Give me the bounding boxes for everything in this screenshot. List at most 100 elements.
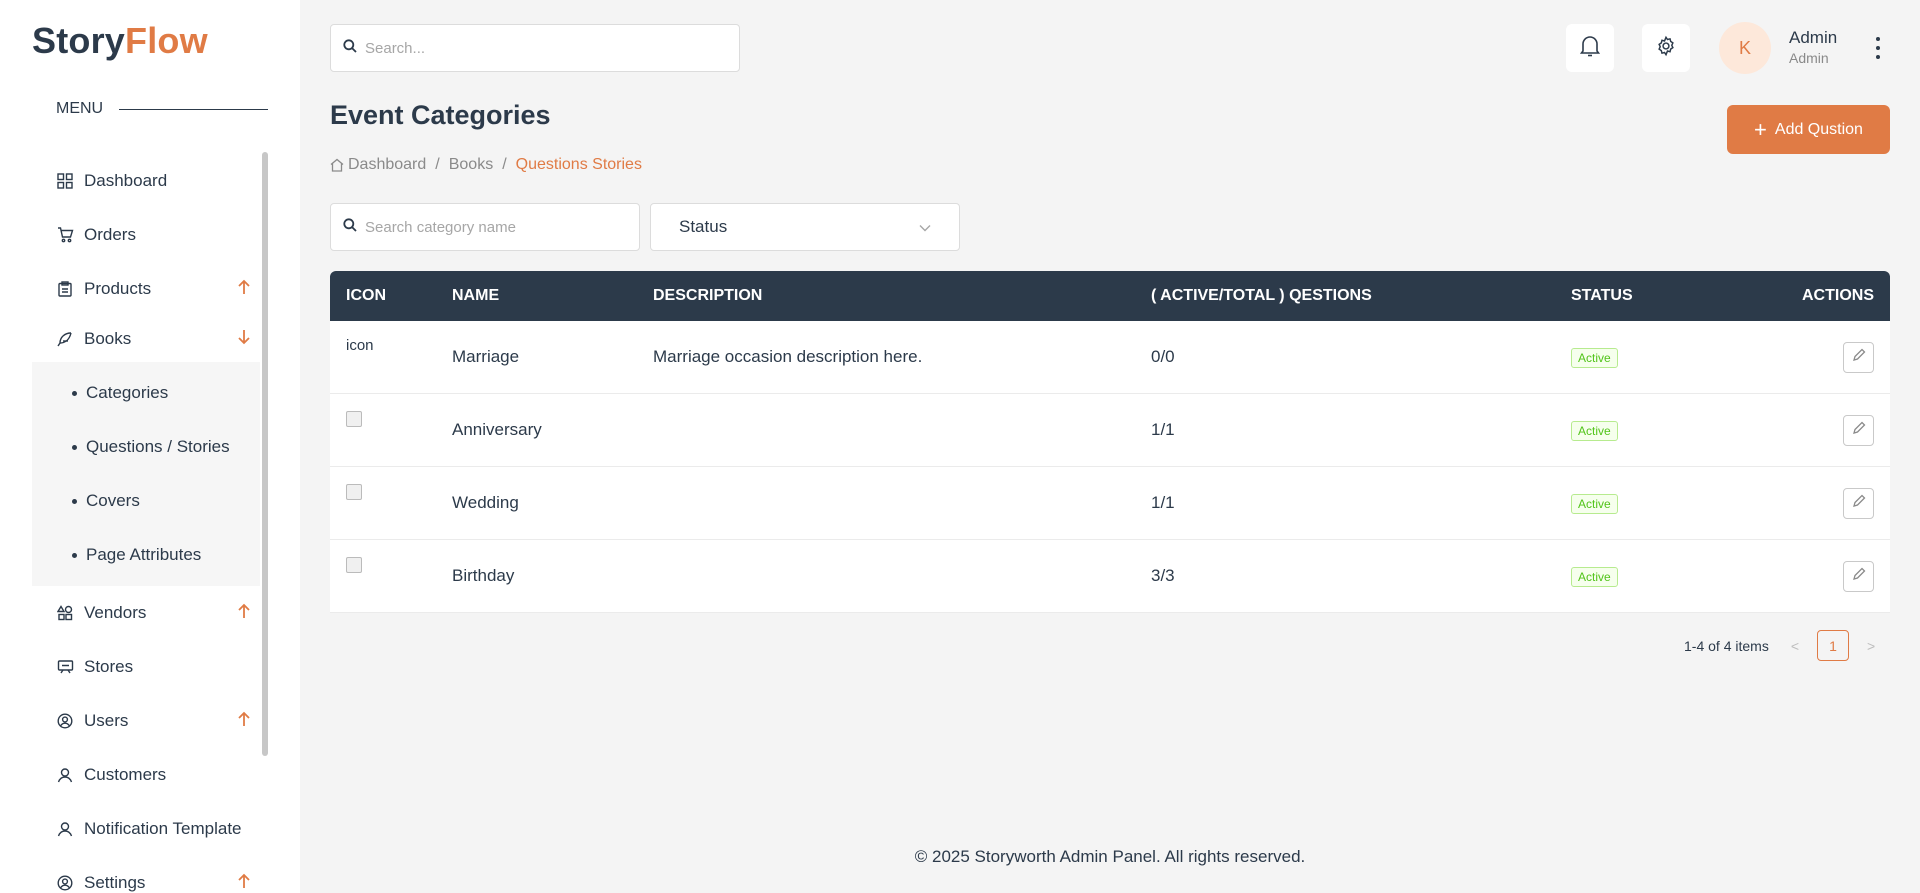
user-role: Admin	[1789, 50, 1829, 66]
sidebar-item-notification-template[interactable]: Notification Template	[32, 802, 260, 856]
sidebar-subitem-page-attributes[interactable]: Page Attributes	[32, 528, 260, 582]
status-badge: Active	[1571, 420, 1618, 441]
category-description: Marriage occasion description here.	[653, 347, 923, 366]
category-name: Anniversary	[452, 420, 542, 439]
bullet-icon	[72, 552, 77, 558]
sidebar-subitem-label: Categories	[86, 383, 169, 402]
pencil-icon	[1852, 493, 1866, 513]
breadcrumb-separator: /	[502, 156, 507, 173]
category-image: icon	[346, 337, 374, 354]
search-icon	[343, 38, 357, 58]
bullet-icon	[72, 444, 77, 450]
logo-part2: Flow	[125, 20, 208, 61]
logo[interactable]: StoryFlow	[32, 20, 208, 62]
edit-button[interactable]	[1843, 560, 1874, 592]
sidebar-item-label: Books	[84, 329, 132, 348]
footer-copyright: © 2025 Storyworth Admin Panel. All right…	[914, 847, 1306, 866]
sidebar-nav: Dashboard Orders Products Books Categori…	[32, 154, 260, 893]
sidebar: StoryFlow MENU Dashboard Orders Products	[0, 0, 300, 893]
clipboard-icon	[56, 280, 74, 298]
arrow-up-icon	[238, 711, 250, 732]
category-questions: 3/3	[1151, 566, 1175, 585]
arrow-up-icon	[238, 873, 250, 893]
sidebar-subitem-categories[interactable]: Categories	[32, 366, 260, 420]
table-row: Wedding 1/1 Active	[330, 467, 1890, 540]
user-circle-icon	[56, 712, 74, 730]
sidebar-item-label: Customers	[84, 765, 167, 784]
header-questions: ( ACTIVE/TOTAL ) QESTIONS	[1151, 287, 1372, 304]
sidebar-item-vendors[interactable]: Vendors	[32, 586, 260, 640]
table-header: ICON NAME DESCRIPTION ( ACTIVE/TOTAL ) Q…	[330, 271, 1890, 321]
sidebar-item-orders[interactable]: Orders	[32, 208, 260, 262]
pagination: 1-4 of 4 items < 1 >	[1684, 630, 1875, 661]
breadcrumb-dashboard[interactable]: Dashboard	[348, 156, 426, 174]
sidebar-item-products[interactable]: Products	[32, 262, 260, 316]
shapes-icon	[56, 604, 74, 622]
pencil-icon	[1852, 347, 1866, 367]
avatar-initial: K	[1738, 37, 1751, 58]
sidebar-item-books[interactable]: Books	[32, 316, 260, 362]
status-select[interactable]: Status	[650, 203, 960, 251]
prev-page-icon[interactable]: <	[1791, 638, 1799, 654]
sidebar-item-stores[interactable]: Stores	[32, 640, 260, 694]
sidebar-item-settings[interactable]: Settings	[32, 856, 260, 893]
arrow-up-icon	[238, 603, 250, 624]
settings-button[interactable]	[1642, 24, 1690, 72]
category-search[interactable]	[330, 203, 640, 251]
edit-button[interactable]	[1843, 414, 1874, 446]
sidebar-subitem-label: Page Attributes	[86, 545, 202, 564]
edit-button[interactable]	[1843, 487, 1874, 519]
category-search-input[interactable]	[365, 218, 639, 236]
category-questions: 1/1	[1151, 493, 1175, 512]
sidebar-item-dashboard[interactable]: Dashboard	[32, 154, 260, 208]
books-submenu: Categories Questions / Stories Covers Pa…	[32, 362, 260, 586]
more-options-icon[interactable]	[1868, 34, 1888, 62]
status-badge: Active	[1571, 566, 1618, 587]
sidebar-item-label: Users	[84, 711, 129, 730]
next-page-icon[interactable]: >	[1867, 638, 1875, 654]
sidebar-scrollbar[interactable]	[262, 152, 268, 756]
sidebar-item-label: Stores	[84, 657, 134, 676]
status-badge: Active	[1571, 347, 1618, 368]
sidebar-item-users[interactable]: Users	[32, 694, 260, 748]
breadcrumb-books[interactable]: Books	[449, 156, 493, 174]
sidebar-item-label: Orders	[84, 225, 136, 244]
cart-icon	[56, 226, 74, 244]
add-question-label: Add Qustion	[1774, 120, 1863, 138]
pencil-icon	[1852, 420, 1866, 440]
grid-icon	[56, 172, 74, 190]
header-description: DESCRIPTION	[653, 287, 763, 304]
sidebar-subitem-questions-stories[interactable]: Questions / Stories	[32, 420, 260, 474]
search-icon	[343, 217, 357, 237]
sidebar-subitem-covers[interactable]: Covers	[32, 474, 260, 528]
pagination-summary: 1-4 of 4 items	[1684, 637, 1769, 654]
status-badge: Active	[1571, 493, 1618, 514]
pencil-icon	[1852, 566, 1866, 586]
avatar[interactable]: K	[1719, 22, 1771, 74]
plus-icon: +	[1754, 116, 1767, 142]
bell-icon	[1579, 35, 1601, 62]
table-row: Birthday 3/3 Active	[330, 540, 1890, 613]
gear-icon	[1655, 35, 1677, 62]
breadcrumb-current: Questions Stories	[515, 156, 642, 173]
page-number-button[interactable]: 1	[1817, 630, 1850, 661]
edit-button[interactable]	[1843, 341, 1874, 373]
add-question-button[interactable]: + Add Qustion	[1727, 105, 1890, 154]
notifications-button[interactable]	[1566, 24, 1614, 72]
global-search-input[interactable]	[365, 39, 739, 57]
menu-heading: MENU	[56, 100, 268, 118]
sidebar-item-label: Notification Template	[84, 819, 242, 838]
category-image	[346, 484, 362, 500]
user-icon	[56, 820, 74, 838]
bullet-icon	[72, 498, 77, 504]
category-name: Wedding	[452, 493, 519, 512]
category-name: Birthday	[452, 566, 515, 585]
logo-part1: Story	[32, 20, 126, 61]
arrow-up-icon	[238, 279, 250, 300]
global-search[interactable]	[330, 24, 740, 72]
bullet-icon	[72, 390, 77, 396]
sidebar-item-customers[interactable]: Customers	[32, 748, 260, 802]
header-icon: ICON	[346, 287, 386, 304]
categories-table: ICON NAME DESCRIPTION ( ACTIVE/TOTAL ) Q…	[330, 271, 1890, 613]
arrow-down-icon	[238, 329, 250, 350]
